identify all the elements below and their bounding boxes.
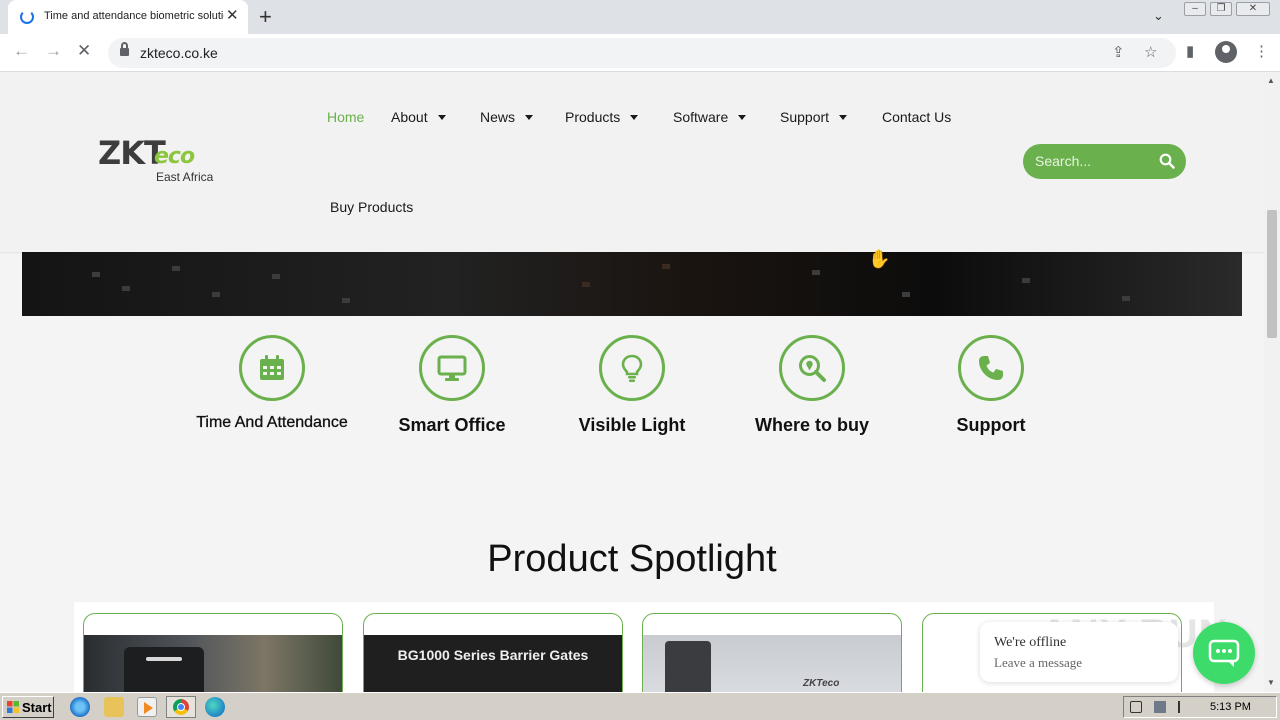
monitor-icon bbox=[437, 355, 467, 381]
caret-down-icon bbox=[525, 114, 534, 120]
edge-icon[interactable] bbox=[205, 697, 225, 717]
caret-down-icon bbox=[738, 114, 747, 120]
caret-down-icon bbox=[630, 114, 639, 120]
nav-contact-us[interactable]: Contact Us bbox=[882, 109, 951, 125]
chat-status-text: We're offline bbox=[994, 635, 1067, 650]
tab-search-chevron-icon[interactable]: ⌄ bbox=[1153, 8, 1164, 24]
page-viewport: ZKT eco East Africa Home About News Prod… bbox=[0, 72, 1264, 692]
file-explorer-icon[interactable] bbox=[104, 697, 124, 717]
feature-smart-office[interactable]: Smart Office bbox=[362, 335, 542, 435]
product-card[interactable] bbox=[83, 613, 343, 692]
product-image[interactable]: ZKTeco bbox=[643, 635, 901, 692]
scroll-down-arrow-icon[interactable]: ▼ bbox=[1267, 678, 1275, 687]
nav-home[interactable]: Home bbox=[327, 109, 364, 125]
site-header: ZKT eco East Africa Home About News Prod… bbox=[0, 72, 1264, 252]
side-panel-icon[interactable]: ▮ bbox=[1186, 42, 1194, 60]
profile-avatar-icon[interactable] bbox=[1215, 41, 1237, 63]
new-tab-button[interactable]: + bbox=[259, 4, 272, 30]
nav-about[interactable]: About bbox=[391, 109, 446, 125]
nav-news[interactable]: News bbox=[480, 109, 534, 125]
phone-icon bbox=[979, 356, 1003, 380]
feature-visible-light[interactable]: Visible Light bbox=[542, 335, 722, 435]
product-card[interactable]: ZKTeco bbox=[642, 613, 902, 692]
hero-banner bbox=[22, 252, 1242, 316]
chat-leave-message-text: Leave a message bbox=[994, 655, 1083, 670]
product-image[interactable] bbox=[84, 635, 342, 692]
start-button[interactable]: Start bbox=[2, 696, 54, 718]
internet-explorer-icon[interactable] bbox=[70, 697, 90, 717]
feature-label: Visible Light bbox=[578, 415, 686, 435]
close-window-button[interactable]: ✕ bbox=[1236, 2, 1270, 16]
search-icon[interactable] bbox=[1159, 153, 1175, 169]
loading-spinner-icon bbox=[20, 10, 34, 24]
search-input[interactable] bbox=[1035, 153, 1150, 169]
browser-toolbar: ← → ✕ zkteco.co.ke ⇪ ☆ ▮ ⋮ bbox=[0, 34, 1280, 72]
scroll-up-arrow-icon[interactable]: ▲ bbox=[1267, 76, 1275, 85]
product-card[interactable]: BG1000 Series Barrier Gates bbox=[363, 613, 623, 692]
zkteco-logo[interactable]: ZKT eco East Africa bbox=[98, 134, 228, 184]
tab-close-icon[interactable]: ✕ bbox=[226, 8, 239, 24]
browser-tab-strip: Time and attendance biometric solutions … bbox=[0, 0, 1280, 34]
feature-support[interactable]: Support bbox=[901, 335, 1081, 435]
system-tray: 5:13 PM bbox=[1123, 696, 1277, 718]
kebab-menu-icon[interactable]: ⋮ bbox=[1254, 42, 1269, 60]
windows-logo-icon bbox=[7, 701, 19, 713]
flag-icon[interactable] bbox=[1178, 701, 1190, 713]
media-player-icon[interactable] bbox=[137, 697, 157, 717]
nav-support[interactable]: Support bbox=[780, 109, 848, 125]
volume-icon[interactable] bbox=[1130, 701, 1142, 713]
site-search bbox=[1023, 144, 1186, 179]
product-image[interactable]: BG1000 Series Barrier Gates bbox=[364, 635, 622, 692]
calendar-icon bbox=[260, 355, 284, 380]
forward-arrow-icon[interactable]: → bbox=[45, 41, 62, 61]
hand-cursor-icon: ✋ bbox=[868, 249, 891, 269]
search-location-icon bbox=[799, 355, 826, 382]
taskbar-clock[interactable]: 5:13 PM bbox=[1210, 701, 1251, 713]
lock-icon[interactable] bbox=[120, 42, 129, 57]
back-arrow-icon[interactable]: ← bbox=[13, 41, 30, 61]
feature-label: Support bbox=[956, 415, 1026, 435]
page-scrollbar[interactable]: ▲ ▼ bbox=[1264, 72, 1280, 692]
chat-offline-bubble[interactable]: We're offline Leave a message bbox=[980, 622, 1178, 682]
chat-launcher-button[interactable] bbox=[1193, 622, 1255, 684]
nav-products[interactable]: Products bbox=[565, 109, 639, 125]
browser-tab[interactable]: Time and attendance biometric solutions … bbox=[8, 0, 248, 34]
share-icon[interactable]: ⇪ bbox=[1112, 43, 1125, 61]
feature-where-to-buy[interactable]: Where to buy bbox=[722, 335, 902, 435]
feature-label: Time And Attendance bbox=[196, 414, 348, 431]
scroll-thumb[interactable] bbox=[1267, 210, 1277, 338]
chrome-taskbar-button[interactable] bbox=[166, 696, 196, 718]
restore-window-button[interactable]: ❐ bbox=[1210, 2, 1232, 16]
feature-label: Where to buy bbox=[754, 415, 869, 435]
caret-down-icon bbox=[839, 114, 848, 120]
url-text[interactable]: zkteco.co.ke bbox=[140, 45, 218, 61]
windows-taskbar: Start 5:13 PM bbox=[0, 692, 1280, 720]
nav-buy-products[interactable]: Buy Products bbox=[330, 199, 413, 215]
chat-icon bbox=[1208, 639, 1240, 667]
stop-loading-icon[interactable]: ✕ bbox=[77, 41, 91, 61]
nav-software[interactable]: Software bbox=[673, 109, 747, 125]
minimize-window-button[interactable]: – bbox=[1184, 2, 1206, 16]
network-icon[interactable] bbox=[1154, 701, 1166, 713]
bookmark-star-icon[interactable]: ☆ bbox=[1144, 43, 1157, 61]
feature-time-attendance[interactable]: Time And Attendance bbox=[182, 335, 362, 432]
feature-label: Smart Office bbox=[398, 415, 506, 435]
address-bar[interactable]: zkteco.co.ke ⇪ ☆ bbox=[108, 38, 1176, 68]
tab-title: Time and attendance biometric solutions bbox=[44, 10, 224, 22]
product-spotlight-heading: Product Spotlight bbox=[487, 538, 777, 580]
lightbulb-icon bbox=[621, 354, 643, 382]
caret-down-icon bbox=[437, 114, 446, 120]
